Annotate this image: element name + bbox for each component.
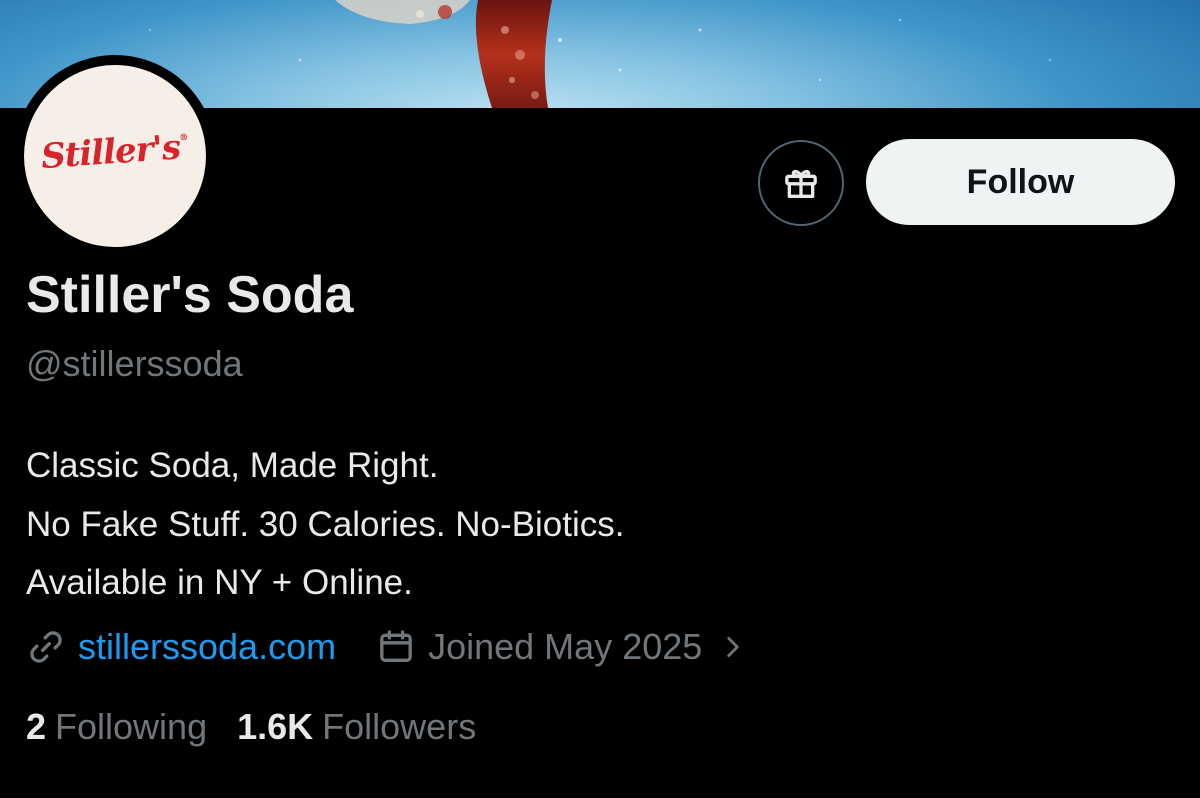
follow-button[interactable]: Follow — [866, 139, 1175, 225]
bio-line: Classic Soda, Made Right. — [26, 446, 439, 485]
following-stat[interactable]: 2 Following — [26, 706, 207, 748]
following-count: 2 — [26, 706, 47, 747]
calendar-icon — [380, 630, 412, 662]
avatar[interactable]: Stiller's® — [24, 65, 206, 247]
joined-item[interactable]: Joined May 2025 — [376, 626, 746, 668]
user-handle: @stillerssoda — [26, 343, 243, 384]
logo-registered-mark: ® — [179, 132, 189, 144]
followers-label: Followers — [322, 706, 477, 747]
logo-wordmark: Stiller's — [40, 127, 182, 178]
bio-line: No Fake Stuff. 30 Calories. No-Biotics. — [26, 504, 625, 544]
brand-logo: Stiller's® — [40, 127, 190, 177]
display-name: Stiller's Soda — [26, 266, 354, 324]
chevron-right-icon[interactable] — [720, 634, 746, 660]
profile-meta: stillerssoda.com Joined May 2025 — [26, 622, 746, 672]
gift-button[interactable] — [758, 140, 844, 226]
bio-line: Available in NY + Online. — [26, 563, 413, 602]
gift-icon — [785, 169, 817, 198]
following-label: Following — [55, 706, 208, 747]
followers-count: 1.6K — [237, 706, 314, 747]
joined-date: Joined May 2025 — [428, 626, 703, 667]
website-link[interactable]: stillerssoda.com — [78, 626, 336, 668]
profile-bio: Classic Soda, Made Right. No Fake Stuff.… — [26, 437, 625, 613]
link-icon — [30, 631, 62, 663]
followers-stat[interactable]: 1.6K Followers — [237, 706, 476, 748]
follow-stats: 2 Following 1.6K Followers — [26, 702, 476, 752]
website-item[interactable]: stillerssoda.com — [26, 626, 336, 668]
